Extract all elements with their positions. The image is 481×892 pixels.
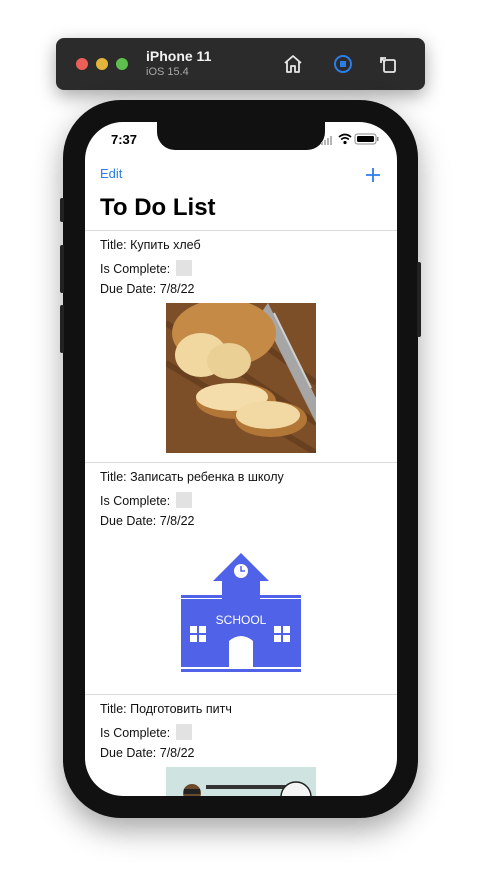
device-name: iPhone 11 bbox=[146, 48, 212, 64]
pitch-illustration bbox=[166, 767, 316, 796]
todo-title: Title: Подготовить питч bbox=[100, 702, 232, 716]
cellular-icon bbox=[321, 136, 332, 145]
todo-due-date: Due Date: 7/8/22 bbox=[100, 746, 195, 760]
mute-switch bbox=[60, 198, 64, 222]
school-sign-text: SCHOOL bbox=[216, 613, 267, 627]
complete-label: Is Complete: bbox=[100, 726, 171, 740]
complete-checkbox[interactable] bbox=[175, 492, 192, 508]
rotate-icon[interactable] bbox=[376, 52, 400, 76]
todo-title: Title: Записать ребенка в школу bbox=[100, 470, 284, 484]
todo-due-date: Due Date: 7/8/22 bbox=[100, 514, 195, 528]
status-time: 7:37 bbox=[111, 132, 138, 147]
complete-label: Is Complete: bbox=[100, 262, 171, 276]
todo-due-date: Due Date: 7/8/22 bbox=[100, 282, 195, 296]
minimize-window-button[interactable] bbox=[96, 58, 108, 70]
complete-checkbox[interactable] bbox=[175, 724, 192, 740]
todo-complete-row: Is Complete: bbox=[100, 260, 192, 276]
complete-checkbox[interactable] bbox=[175, 260, 192, 276]
os-version: iOS 15.4 bbox=[146, 66, 189, 78]
bread-photo bbox=[166, 303, 316, 453]
battery-icon bbox=[354, 133, 379, 145]
page-title: To Do List bbox=[100, 194, 216, 221]
volume-up-button bbox=[60, 245, 64, 293]
plus-icon[interactable] bbox=[364, 166, 382, 184]
status-icons bbox=[321, 133, 379, 145]
home-icon[interactable] bbox=[281, 52, 305, 76]
todo-complete-row: Is Complete: bbox=[100, 724, 192, 740]
volume-down-button bbox=[60, 305, 64, 353]
complete-label: Is Complete: bbox=[100, 494, 171, 508]
close-window-button[interactable] bbox=[76, 58, 88, 70]
notch bbox=[157, 122, 325, 150]
edit-button[interactable]: Edit bbox=[100, 166, 122, 181]
side-button bbox=[417, 262, 421, 337]
app-screen: 7:37 Edit To Do List Title: Купить хлеб … bbox=[85, 122, 397, 796]
simulator-toolbar: iPhone 11 iOS 15.4 bbox=[56, 38, 425, 90]
todo-complete-row: Is Complete: bbox=[100, 492, 192, 508]
todo-title: Title: Купить хлеб bbox=[100, 238, 201, 252]
wifi-icon bbox=[338, 133, 352, 145]
row-separator bbox=[85, 462, 397, 463]
school-illustration: SCHOOL bbox=[166, 535, 316, 685]
screenshot-icon[interactable] bbox=[331, 52, 355, 76]
zoom-window-button[interactable] bbox=[116, 58, 128, 70]
nav-separator bbox=[85, 230, 397, 231]
row-separator bbox=[85, 694, 397, 695]
